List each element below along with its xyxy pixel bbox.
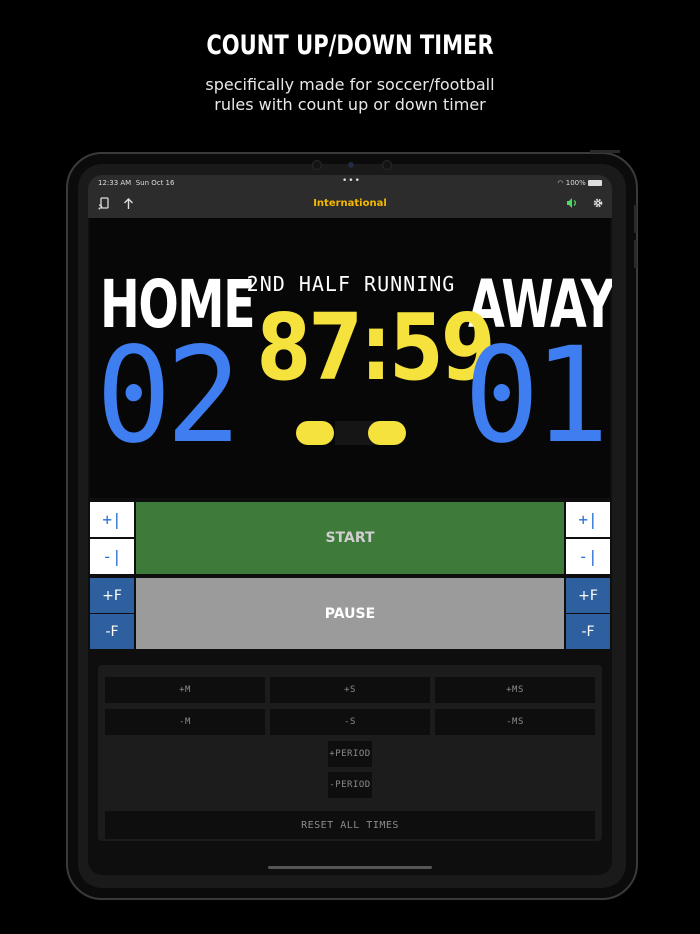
promo-subtitle-line1: specifically made for soccer/football [205, 75, 495, 94]
volume-down-button [634, 240, 637, 268]
home-possession-indicator [296, 421, 334, 445]
promo-title: COUNT UP/DOWN TIMER [206, 30, 494, 61]
promo-subtitle-line2: rules with count up or down timer [214, 95, 486, 114]
nav-title[interactable]: International [88, 198, 612, 209]
speaker-icon[interactable] [566, 197, 578, 212]
plus-period-button[interactable]: +PERIOD [328, 741, 372, 767]
app-screen: 12:33 AM Sun Oct 16 ••• ◠ 100% Internati… [88, 175, 612, 875]
home-minus-foul-button[interactable]: -F [90, 614, 134, 649]
multitask-dots[interactable]: ••• [342, 176, 361, 186]
away-possession-indicator [368, 421, 406, 445]
battery-percent: 100% [565, 179, 586, 187]
status-right: ◠ 100% [557, 179, 602, 187]
front-sensor-right [382, 160, 392, 170]
front-sensor [348, 162, 354, 168]
promo-subtitle: specifically made for soccer/football ru… [0, 75, 700, 115]
period-status: 2ND HALF RUNNING [246, 272, 456, 296]
plus-second-button[interactable]: +S [270, 677, 430, 703]
clock-minutes: 87 [256, 294, 363, 401]
front-camera [312, 160, 322, 170]
minus-second-button[interactable]: -S [270, 709, 430, 735]
gear-icon[interactable] [592, 197, 604, 212]
volume-up-button [634, 205, 637, 233]
power-button [590, 150, 620, 153]
status-time: 12:33 AM [98, 179, 132, 187]
away-score: 01 [464, 319, 609, 473]
away-plus-foul-button[interactable]: +F [566, 578, 610, 613]
nav-bar: International [88, 191, 612, 218]
scoreboard: HOME 2ND HALF RUNNING AWAY 02 87:59 01 [90, 218, 612, 498]
away-minus-foul-button[interactable]: -F [566, 614, 610, 649]
home-plus-point-button[interactable]: +| [90, 502, 134, 537]
plus-ms-button[interactable]: +MS [435, 677, 595, 703]
away-minus-point-button[interactable]: -| [566, 539, 610, 574]
away-plus-point-button[interactable]: +| [566, 502, 610, 537]
game-clock: 87:59 [257, 302, 496, 394]
battery-icon [588, 180, 602, 186]
home-score: 02 [96, 319, 241, 473]
home-minus-point-button[interactable]: -| [90, 539, 134, 574]
minus-minute-button[interactable]: -M [105, 709, 265, 735]
start-button[interactable]: START [136, 502, 564, 574]
minus-ms-button[interactable]: -MS [435, 709, 595, 735]
wifi-icon: ◠ [557, 179, 564, 187]
home-plus-foul-button[interactable]: +F [90, 578, 134, 613]
pause-button[interactable]: PAUSE [136, 578, 564, 649]
home-indicator [268, 866, 432, 869]
reset-all-times-button[interactable]: RESET ALL TIMES [105, 811, 595, 839]
status-date: Sun Oct 16 [135, 179, 175, 187]
status-bar: 12:33 AM Sun Oct 16 ••• ◠ 100% [88, 175, 612, 191]
minus-period-button[interactable]: -PERIOD [328, 772, 372, 798]
plus-minute-button[interactable]: +M [105, 677, 265, 703]
clock-separator: : [360, 294, 391, 401]
time-adjust-panel: +M +S +MS -M -S -MS +PERIOD -PERIOD RESE… [98, 665, 602, 841]
status-time-date: 12:33 AM Sun Oct 16 [98, 179, 174, 187]
